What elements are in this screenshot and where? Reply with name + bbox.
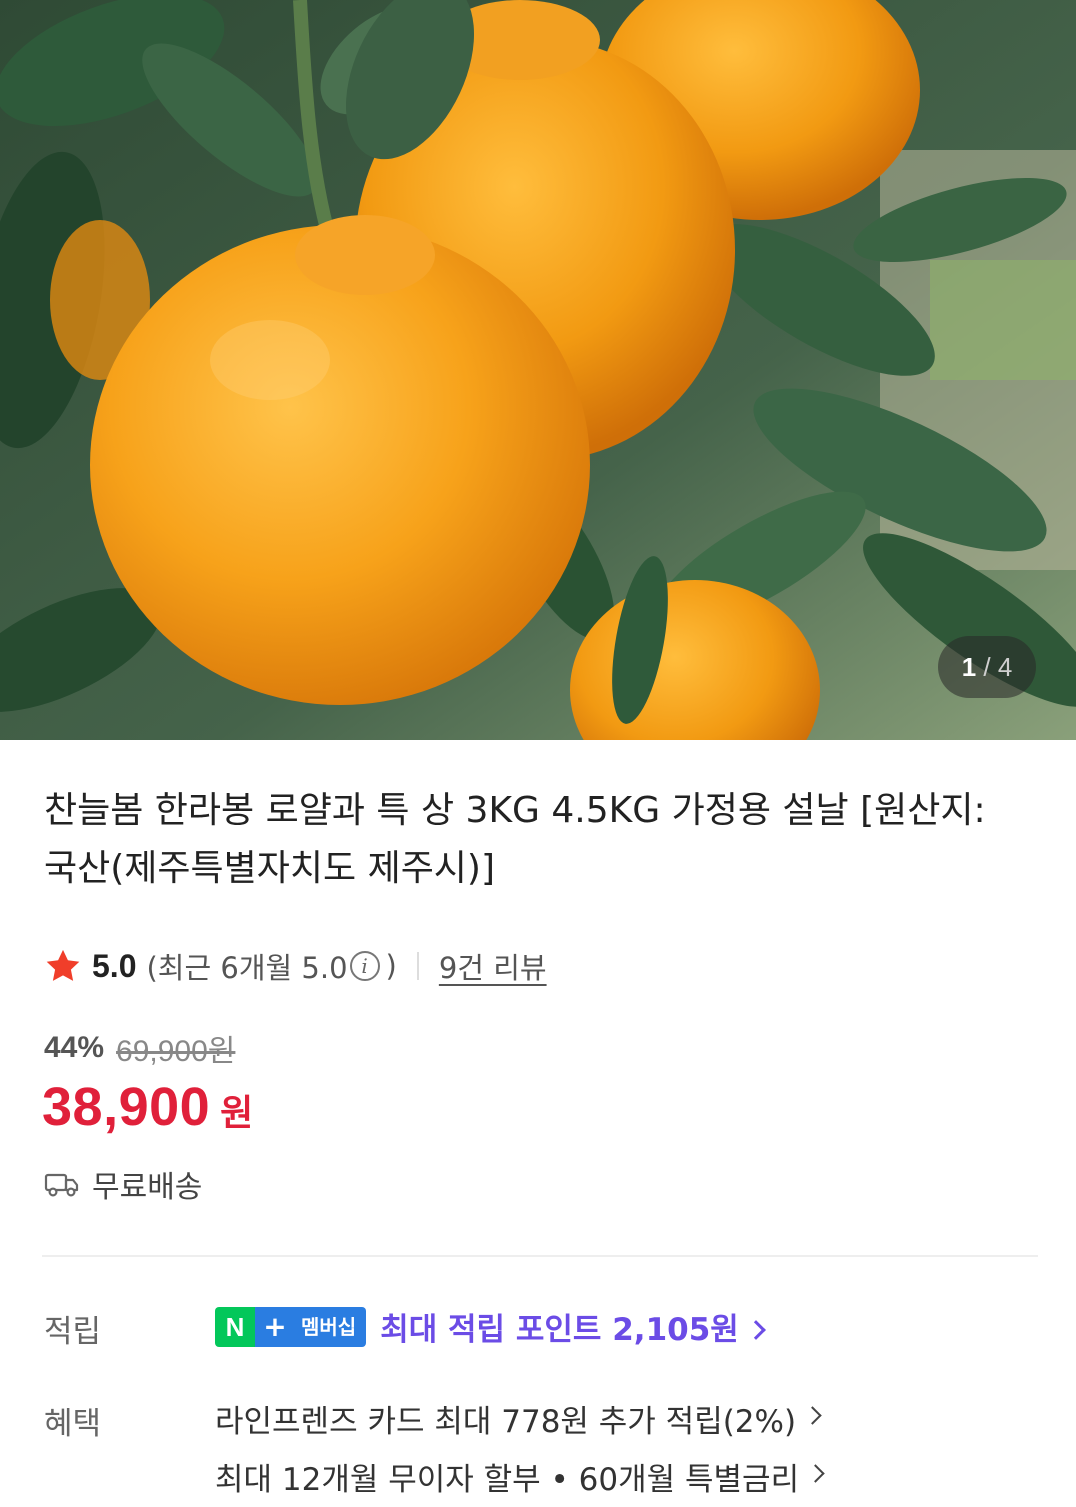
benefits-label: 혜택 <box>44 1406 102 1442</box>
shipping-info: 무료배송 <box>44 1162 202 1206</box>
product-photo <box>0 0 1076 740</box>
star-icon <box>46 949 80 981</box>
discount-row: 44% 69,900원 <box>44 1026 235 1070</box>
divider <box>416 952 419 980</box>
section-divider <box>42 1255 1038 1257</box>
chevron-right-icon <box>745 1320 766 1340</box>
rating-score: 5.0 <box>92 947 137 984</box>
max-points-value: 최대 적립 포인트 2,105원 <box>380 1312 739 1348</box>
points-label: 적립 <box>44 1314 102 1350</box>
chevron-right-icon <box>803 1406 822 1425</box>
badge-text: 멤버십 <box>295 1306 367 1347</box>
product-title: 찬늘봄 한라봉 로얄과 특 상 3KG 4.5KG 가정용 설날 [원산지:국산… <box>44 790 986 889</box>
benefit-item[interactable]: 최대 12개월 무이자 할부 • 60개월 특별금리 <box>215 1454 825 1499</box>
product-image-gallery[interactable]: 1 / 4 <box>0 0 1076 740</box>
naver-plus-membership-badge: N + 멤버십 <box>215 1306 367 1347</box>
info-icon[interactable]: i <box>349 951 380 981</box>
image-counter-total: 4 <box>997 652 1013 682</box>
badge-plus: + <box>255 1306 295 1347</box>
badge-n: N <box>215 1306 255 1347</box>
max-points-text: 최대 적립 포인트 2,105원 <box>380 1304 766 1349</box>
membership-points[interactable]: N + 멤버십 최대 적립 포인트 2,105원 <box>215 1304 766 1349</box>
chevron-right-icon <box>806 1464 825 1483</box>
sale-price-row: 38,900 원 <box>42 1076 253 1138</box>
discount-rate: 44% <box>44 1031 105 1064</box>
image-counter-current: 1 <box>961 652 977 682</box>
recent-rating-text: (최근 6개월 5.0 <box>146 951 348 985</box>
currency-unit: 원 <box>220 1093 254 1134</box>
shipping-label: 무료배송 <box>92 1170 203 1205</box>
benefit-item[interactable]: 라인프렌즈 카드 최대 778원 추가 적립(2%) <box>215 1396 822 1441</box>
truck-icon <box>44 1173 79 1197</box>
recent-rating: (최근 6개월 5.0 i ) <box>146 945 396 987</box>
image-counter: 1 / 4 <box>938 636 1036 698</box>
original-price: 69,900원 <box>116 1035 236 1068</box>
review-count-link[interactable]: 9건 리뷰 <box>439 945 547 987</box>
recent-rating-close: ) <box>385 949 397 983</box>
rating-row: 5.0 (최근 6개월 5.0 i ) 9건 리뷰 <box>44 942 547 990</box>
benefit-installment-text: 최대 12개월 무이자 할부 • 60개월 특별금리 <box>215 1462 800 1498</box>
benefit-card-text: 라인프렌즈 카드 최대 778원 추가 적립(2%) <box>215 1404 797 1440</box>
sale-price: 38,900 <box>42 1077 211 1137</box>
